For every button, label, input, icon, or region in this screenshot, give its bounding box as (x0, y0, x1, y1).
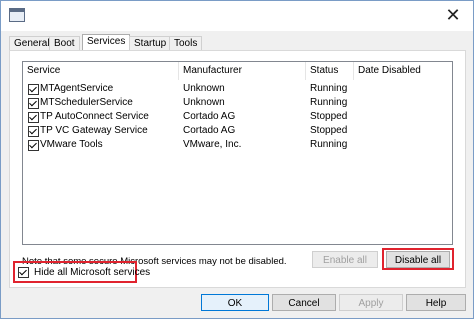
ok-button[interactable]: OK (201, 294, 269, 311)
tab-startup[interactable]: Startup (129, 36, 172, 50)
title-bar: ✕ (1, 1, 473, 31)
table-row[interactable]: TP VC Gateway Service Cortado AG Stopped (23, 124, 452, 138)
apply-button[interactable]: Apply (339, 294, 403, 311)
column-header-date-disabled[interactable]: Date Disabled (354, 62, 452, 80)
table-row[interactable]: TP AutoConnect Service Cortado AG Stoppe… (23, 110, 452, 124)
disable-all-button[interactable]: Disable all (386, 251, 450, 268)
service-name: MTAgentService (40, 83, 114, 94)
tab-label: Boot (54, 38, 75, 49)
service-status: Running (310, 83, 348, 94)
service-status: Stopped (310, 111, 348, 122)
service-manufacturer: VMware, Inc. (183, 139, 242, 150)
column-header-service[interactable]: Service (23, 62, 179, 80)
tab-label: General (14, 38, 50, 49)
tab-label: Tools (174, 38, 198, 49)
services-panel: Service Manufacturer Status Date Disable… (9, 50, 466, 288)
service-name: MTSchedulerService (40, 97, 133, 108)
list-header: Service Manufacturer Status Date Disable… (23, 62, 452, 80)
table-row[interactable]: MTSchedulerService Unknown Running (23, 96, 452, 110)
service-checkbox[interactable] (28, 112, 39, 123)
tab-general[interactable]: General (9, 36, 55, 50)
tab-services[interactable]: Services (82, 34, 131, 51)
service-status: Running (310, 97, 348, 108)
service-status: Stopped (310, 125, 348, 136)
system-configuration-dialog: ✕ General Boot Services Startup Tools Se… (0, 0, 474, 319)
service-checkbox[interactable] (28, 140, 39, 151)
enable-all-button[interactable]: Enable all (312, 251, 378, 268)
service-manufacturer: Unknown (183, 83, 225, 94)
close-icon[interactable]: ✕ (443, 5, 463, 25)
hide-microsoft-services-label[interactable]: Hide all Microsoft services (34, 266, 150, 280)
service-name: VMware Tools (40, 139, 103, 150)
service-name: TP AutoConnect Service (40, 111, 149, 122)
tab-tools[interactable]: Tools (169, 36, 203, 50)
tab-label: Services (87, 36, 126, 47)
column-header-status[interactable]: Status (306, 62, 354, 80)
service-status: Running (310, 139, 348, 150)
service-checkbox[interactable] (28, 84, 39, 95)
service-manufacturer: Cortado AG (183, 125, 236, 136)
service-checkbox[interactable] (28, 126, 39, 137)
service-manufacturer: Cortado AG (183, 111, 236, 122)
service-checkbox[interactable] (28, 98, 39, 109)
service-name: TP VC Gateway Service (40, 125, 148, 136)
table-row[interactable]: MTAgentService Unknown Running (23, 82, 452, 96)
hide-microsoft-services-checkbox[interactable] (18, 267, 29, 278)
column-header-manufacturer[interactable]: Manufacturer (179, 62, 306, 80)
tab-label: Startup (134, 38, 167, 49)
tab-boot[interactable]: Boot (49, 36, 80, 50)
service-manufacturer: Unknown (183, 97, 225, 108)
services-list[interactable]: Service Manufacturer Status Date Disable… (22, 61, 453, 245)
help-button[interactable]: Help (406, 294, 466, 311)
msconfig-icon (9, 8, 25, 22)
table-row[interactable]: VMware Tools VMware, Inc. Running (23, 138, 452, 152)
cancel-button[interactable]: Cancel (272, 294, 336, 311)
